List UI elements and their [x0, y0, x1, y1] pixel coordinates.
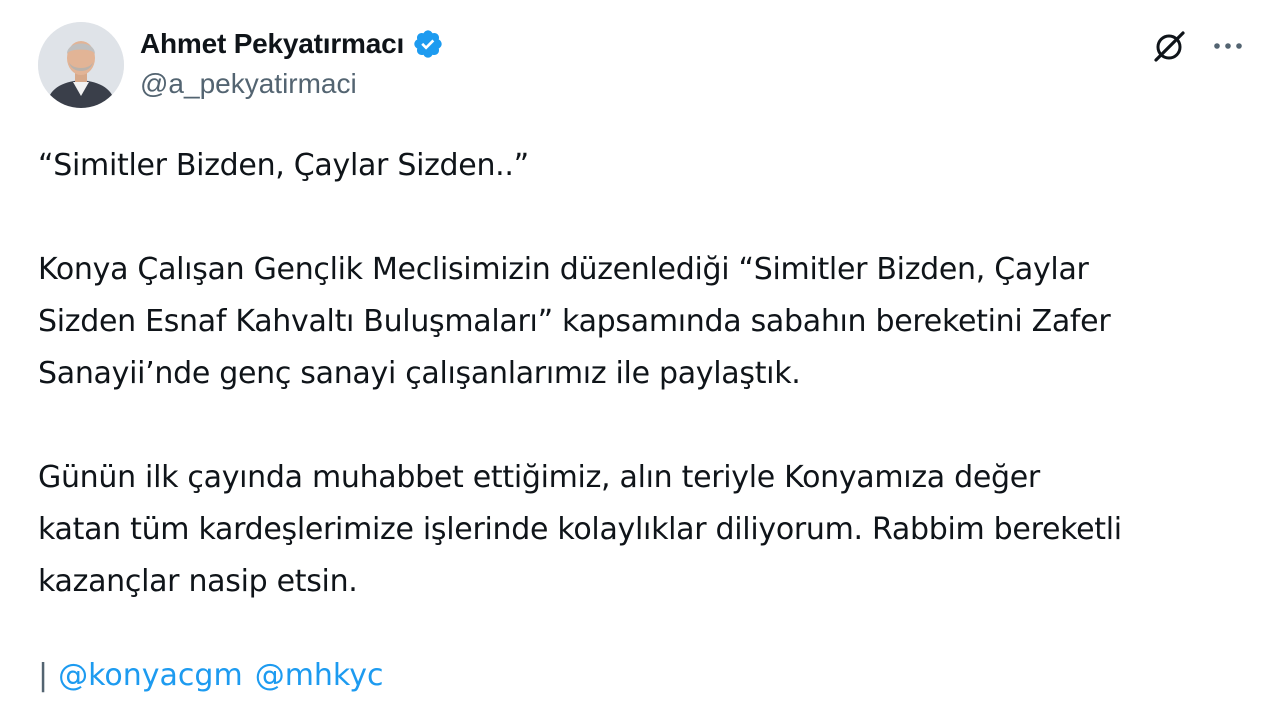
tweet-paragraph-3: Günün ilk çayında muhabbet ettiğimiz, al…	[38, 460, 1122, 599]
author-handle[interactable]: @a_pekyatirmaci	[140, 68, 444, 100]
author-name[interactable]: Ahmet Pekyatırmacı	[140, 28, 404, 60]
verified-badge-icon	[412, 28, 444, 60]
mention-link-konyacgm[interactable]: @konyacgm	[58, 652, 243, 700]
tweet-text: “Simitler Bizden, Çaylar Sizden..” Konya…	[38, 140, 1258, 608]
author-info: Ahmet Pekyatırmacı @a_pekyatirmaci	[140, 24, 444, 100]
mention-bar: |	[38, 658, 49, 693]
name-row: Ahmet Pekyatırmacı	[140, 24, 444, 64]
avatar[interactable]	[38, 22, 124, 108]
tweet-paragraph-1: “Simitler Bizden, Çaylar Sizden..”	[38, 148, 529, 183]
mention-link-mhkyc[interactable]: @mhkyc	[255, 652, 384, 700]
grok-icon[interactable]	[1150, 26, 1190, 66]
more-horizontal-icon[interactable]	[1208, 26, 1248, 66]
mentions-row: | @konyacgm @mhkyc	[38, 652, 383, 700]
tweet-paragraph-2: Konya Çalışan Gençlik Meclisimizin düzen…	[38, 252, 1111, 391]
tweet: Ahmet Pekyatırmacı @a_pekyatirmaci “Simi…	[0, 0, 1280, 706]
avatar-photo	[38, 22, 124, 108]
